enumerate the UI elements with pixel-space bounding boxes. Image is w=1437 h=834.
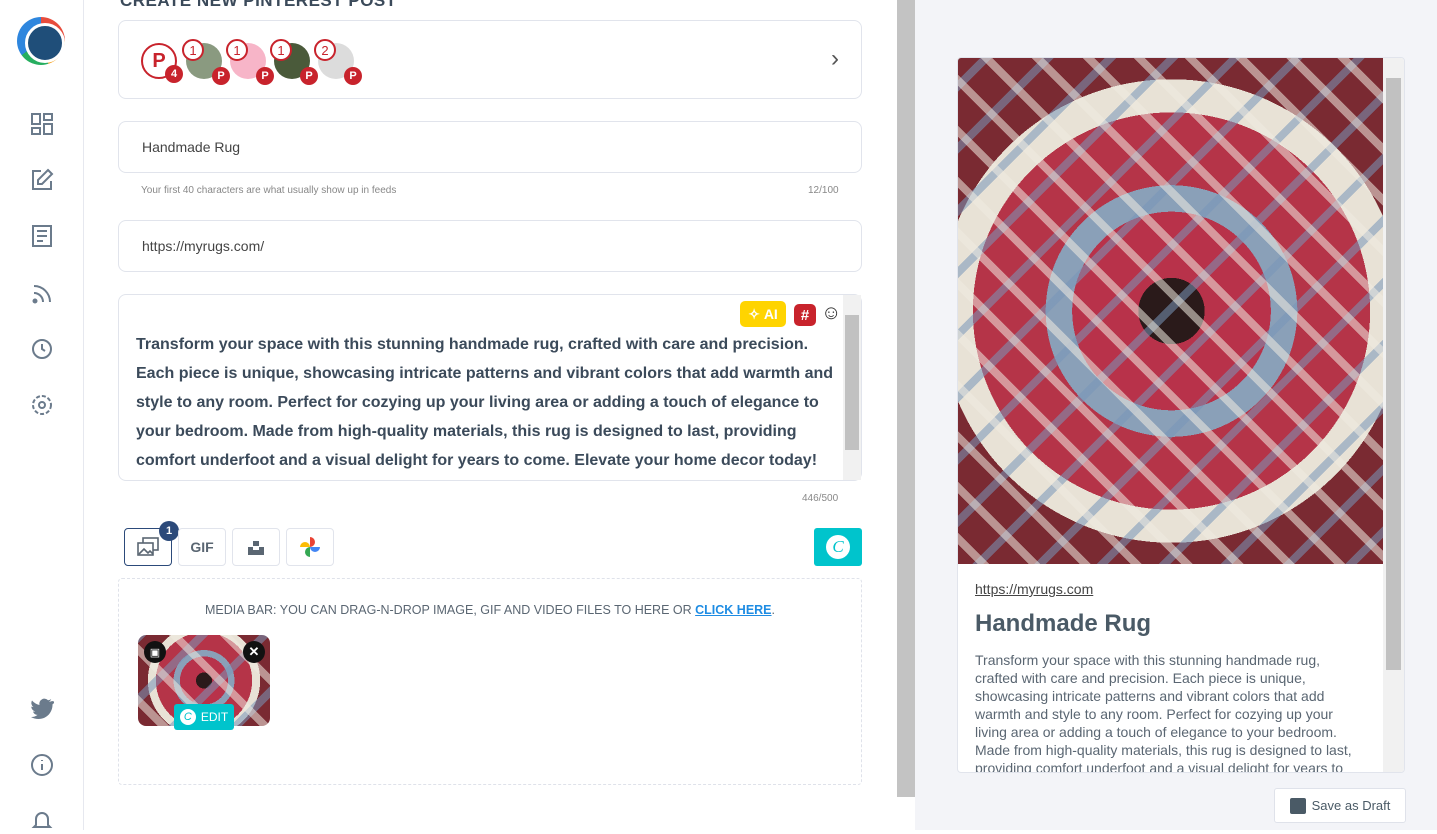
image-upload-button[interactable]: 1	[124, 521, 179, 566]
pinterest-icon: P	[256, 67, 274, 85]
twitter-icon[interactable]	[28, 694, 56, 722]
preview-panel: https://myrugs.com Handmade Rug Transfor…	[915, 0, 1437, 830]
media-bar-text: MEDIA BAR: YOU CAN DRAG-N-DROP IMAGE, GI…	[204, 603, 696, 617]
hashtag-icon[interactable]: #	[794, 304, 816, 326]
pinterest-all-accounts[interactable]: P4	[141, 43, 183, 83]
main-scrollbar[interactable]	[897, 0, 915, 797]
page-title: CREATE NEW PINTEREST POST	[120, 0, 397, 10]
description-text: Transform your space with this stunning …	[136, 336, 834, 469]
account-avatar[interactable]: 1P	[182, 39, 230, 85]
info-icon[interactable]	[28, 751, 56, 779]
save-draft-button[interactable]: Save as Draft	[1274, 788, 1406, 823]
preview-url[interactable]: https://myrugs.com	[975, 581, 1093, 597]
title-hint: Your first 40 characters are what usuall…	[141, 185, 397, 196]
preview-title: Handmade Rug	[975, 610, 1152, 637]
ai-button[interactable]: ✧ AI	[740, 301, 786, 327]
media-dropzone[interactable]: MEDIA BAR: YOU CAN DRAG-N-DROP IMAGE, GI…	[118, 578, 862, 785]
google-photos-icon[interactable]	[286, 528, 334, 566]
preview-scrollbar[interactable]	[1383, 58, 1404, 772]
pinterest-icon: P	[344, 67, 362, 85]
preview-description: Transform your space with this stunning …	[975, 652, 1352, 773]
chevron-right-icon[interactable]: ›	[831, 45, 839, 73]
alt-text-icon[interactable]: ▣	[144, 641, 166, 663]
title-input[interactable]: Handmade Rug	[118, 121, 862, 173]
account-count-badge: 4	[165, 65, 183, 83]
canva-edit-button[interactable]: C EDIT	[174, 704, 234, 730]
description-char-count: 446/500	[802, 493, 839, 504]
compose-icon[interactable]	[28, 166, 56, 194]
rss-icon[interactable]	[28, 280, 56, 308]
floppy-disk-icon	[1289, 797, 1306, 814]
canva-button[interactable]: C	[814, 528, 862, 566]
media-count-badge: 1	[159, 521, 179, 541]
sparkle-icon: ✧	[748, 305, 764, 322]
emoji-icon[interactable]: ☺	[821, 302, 841, 325]
sidebar	[0, 0, 84, 830]
app-logo[interactable]	[17, 17, 65, 65]
unsplash-icon[interactable]	[232, 528, 280, 566]
pinterest-icon: P	[300, 67, 318, 85]
posts-icon[interactable]	[28, 222, 56, 250]
remove-media-icon[interactable]: ✕	[243, 641, 265, 663]
account-avatar[interactable]: 2P	[314, 39, 362, 85]
gif-button[interactable]: GIF	[178, 528, 226, 566]
schedule-icon[interactable]	[28, 335, 56, 363]
pin-preview-card: https://myrugs.com Handmade Rug Transfor…	[957, 57, 1405, 773]
settings-icon[interactable]	[28, 391, 56, 419]
link-input[interactable]: https://myrugs.com/	[118, 220, 862, 272]
account-avatar[interactable]: 1P	[226, 39, 274, 85]
title-char-count: 12/100	[808, 185, 839, 196]
account-avatar[interactable]: 1P	[270, 39, 318, 85]
pinterest-icon: P	[212, 67, 230, 85]
preview-image	[958, 58, 1385, 564]
click-here-link[interactable]: CLICK HERE	[695, 603, 771, 617]
dashboard-icon[interactable]	[28, 110, 56, 138]
media-thumbnail[interactable]: ▣ ✕ C EDIT	[138, 635, 270, 730]
textarea-scrollbar[interactable]	[843, 295, 861, 480]
account-selector[interactable]: P4 1P 1P 1P 2P ›	[118, 20, 862, 99]
